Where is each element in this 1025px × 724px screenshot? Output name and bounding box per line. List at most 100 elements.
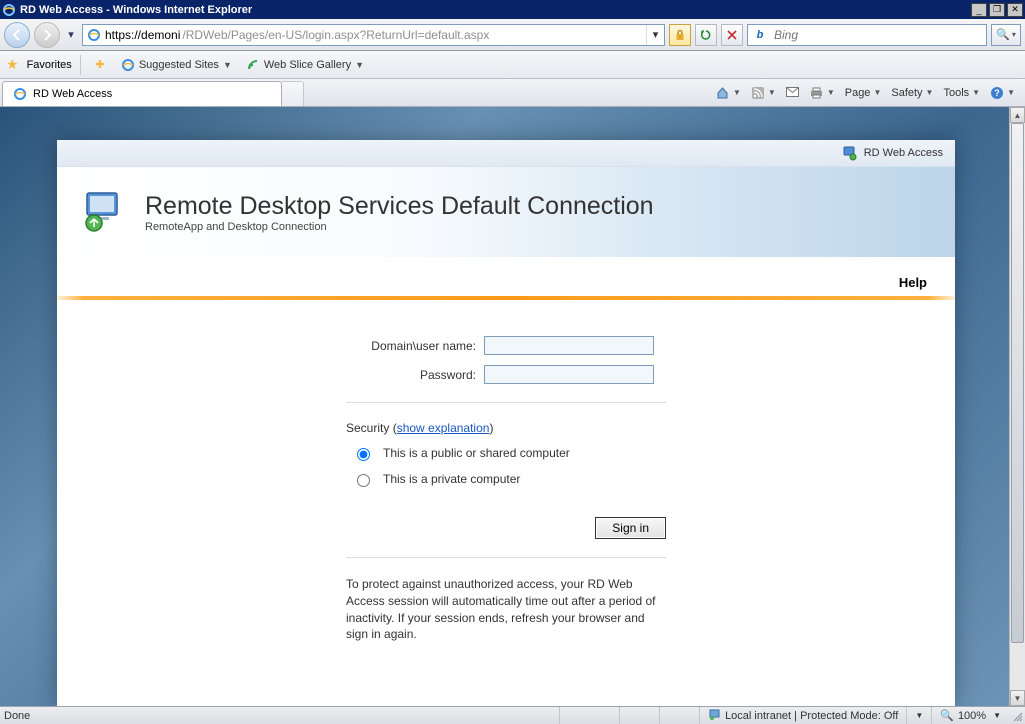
address-dropdown[interactable]: ▾ <box>646 25 664 45</box>
rdweb-small-icon <box>842 145 858 161</box>
security-label: Security <box>346 421 389 435</box>
tab-title: RD Web Access <box>33 88 112 100</box>
recent-pages-dropdown[interactable]: ▾ <box>64 22 78 48</box>
zoom-control[interactable]: 🔍 100% ▼ <box>931 707 1009 724</box>
divider <box>346 402 666 403</box>
zoom-icon: 🔍 <box>940 709 954 722</box>
protected-mode-dropdown[interactable]: ▼ <box>906 707 931 724</box>
private-computer-label: This is a private computer <box>383 472 520 486</box>
search-field-wrap: b <box>747 24 987 46</box>
help-button[interactable]: ?▼ <box>986 83 1019 103</box>
rss-icon <box>751 86 765 100</box>
search-input[interactable] <box>772 27 986 43</box>
home-button[interactable]: ▼ <box>712 83 745 103</box>
url-host[interactable]: https://demoni <box>105 28 180 42</box>
lock-icon[interactable] <box>669 24 691 46</box>
chevron-down-icon: ▼ <box>223 60 232 70</box>
magnify-icon: 🔍 <box>996 28 1010 41</box>
help-bar: Help <box>57 257 955 296</box>
suggested-sites-link[interactable]: Suggested Sites ▼ <box>117 56 236 74</box>
search-button[interactable]: 🔍▾ <box>991 24 1021 46</box>
read-mail-button[interactable] <box>782 83 804 103</box>
vertical-scrollbar[interactable]: ▲ ▼ <box>1009 107 1025 706</box>
minimize-button[interactable]: _ <box>971 3 987 17</box>
add-favorite-icon: ✚ <box>93 58 107 72</box>
card-top-label: RD Web Access <box>864 147 943 159</box>
address-field-wrap: https://demoni ▾ <box>82 24 665 46</box>
divider <box>346 557 666 558</box>
web-slice-label: Web Slice Gallery <box>264 59 351 71</box>
home-icon <box>716 86 730 100</box>
private-computer-radio[interactable] <box>357 474 370 487</box>
tab-rdwebaccess[interactable]: RD Web Access <box>2 81 282 106</box>
window-titlebar: RD Web Access - Windows Internet Explore… <box>0 0 1025 19</box>
zoom-value: 100% <box>958 710 986 722</box>
restore-button[interactable]: ❐ <box>989 3 1005 17</box>
separator <box>80 55 81 75</box>
add-favorites-bar-button[interactable]: ✚ <box>89 56 111 74</box>
feeds-button[interactable]: ▼ <box>747 83 780 103</box>
rdweb-logo-icon <box>81 189 127 235</box>
print-button[interactable]: ▼ <box>806 83 839 103</box>
close-button[interactable]: ✕ <box>1007 3 1023 17</box>
safety-label: Safety <box>891 87 922 99</box>
address-bar: ▾ https://demoni ▾ b 🔍▾ <box>0 19 1025 51</box>
ie-icon <box>121 58 135 72</box>
help-link[interactable]: Help <box>899 275 927 290</box>
tools-label: Tools <box>943 87 969 99</box>
scroll-down-button[interactable]: ▼ <box>1010 690 1025 706</box>
favorites-star-icon[interactable]: ★ <box>6 56 19 73</box>
password-input[interactable] <box>484 365 654 384</box>
safety-menu[interactable]: Safety ▼ <box>887 84 937 102</box>
resize-grip[interactable] <box>1009 708 1025 724</box>
favorites-bar: ★ Favorites ✚ Suggested Sites ▼ Web Slic… <box>0 51 1025 79</box>
window-title: RD Web Access - Windows Internet Explore… <box>20 4 969 16</box>
command-bar: RD Web Access ▼ ▼ ▼ Page ▼ Safety ▼ Tool… <box>0 79 1025 107</box>
page-label: Page <box>845 87 871 99</box>
stop-button[interactable] <box>721 24 743 46</box>
banner: Remote Desktop Services Default Connecti… <box>57 167 955 257</box>
page-viewport: RD Web Access Remote Desktop Services De… <box>0 107 1025 706</box>
scroll-up-button[interactable]: ▲ <box>1010 107 1025 123</box>
tools-menu[interactable]: Tools ▼ <box>939 84 984 102</box>
refresh-button[interactable] <box>695 24 717 46</box>
show-explanation-link[interactable]: show explanation <box>397 421 490 435</box>
security-zone[interactable]: Local intranet | Protected Mode: Off <box>699 707 906 724</box>
status-text: Done <box>0 707 38 724</box>
print-icon <box>810 86 824 100</box>
help-icon: ? <box>990 86 1004 100</box>
password-label: Password: <box>346 368 476 382</box>
sign-in-button[interactable]: Sign in <box>595 517 666 539</box>
zone-label: Local intranet | Protected Mode: Off <box>725 710 898 722</box>
security-line: Security (show explanation) <box>346 421 666 435</box>
favorites-label[interactable]: Favorites <box>27 59 72 71</box>
public-computer-label: This is a public or shared computer <box>383 446 570 460</box>
public-computer-radio[interactable] <box>357 448 370 461</box>
rdweb-card: RD Web Access Remote Desktop Services De… <box>57 140 955 706</box>
svg-text:?: ? <box>994 88 1000 98</box>
address-input[interactable] <box>180 26 646 44</box>
forward-button[interactable] <box>34 22 60 48</box>
ie-icon <box>13 87 27 101</box>
chevron-down-icon: ▼ <box>355 60 364 70</box>
web-slice-gallery-link[interactable]: Web Slice Gallery ▼ <box>242 56 368 74</box>
scroll-thumb[interactable] <box>1011 123 1024 643</box>
bing-icon: b <box>752 27 768 43</box>
page-icon <box>86 27 102 43</box>
banner-title: Remote Desktop Services Default Connecti… <box>145 192 654 221</box>
mail-icon <box>786 86 800 100</box>
banner-subtitle: RemoteApp and Desktop Connection <box>145 221 654 233</box>
back-button[interactable] <box>4 22 30 48</box>
card-top-bar: RD Web Access <box>57 140 955 167</box>
username-label: Domain\user name: <box>346 339 476 353</box>
orange-divider <box>57 296 955 300</box>
status-bar: Done Local intranet | Protected Mode: Of… <box>0 706 1025 724</box>
timeout-notice: To protect against unauthorized access, … <box>346 576 666 643</box>
page-menu[interactable]: Page ▼ <box>841 84 886 102</box>
login-form: Domain\user name: Password: Security (sh… <box>346 336 666 643</box>
suggested-sites-label: Suggested Sites <box>139 59 219 71</box>
username-input[interactable] <box>484 336 654 355</box>
new-tab-button[interactable] <box>282 81 304 106</box>
zone-icon <box>708 708 721 724</box>
webslice-icon <box>246 58 260 72</box>
